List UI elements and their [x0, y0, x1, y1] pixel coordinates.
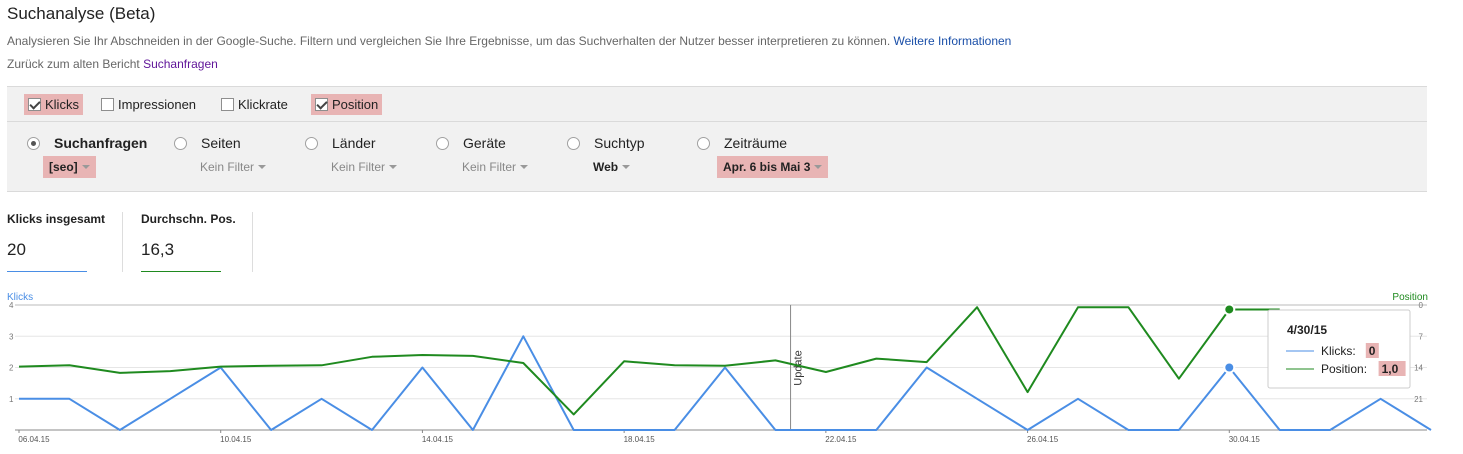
metric-ctr-toggle[interactable]: Klickrate	[217, 94, 292, 115]
filter-value: Web	[593, 160, 619, 174]
dimension-label: Suchtyp	[594, 135, 645, 151]
dimension-date-ranges: Zeiträume Apr. 6 bis Mai 3	[697, 134, 829, 178]
total-clicks-value: 20	[7, 240, 26, 259]
dimension-label: Suchanfragen	[54, 135, 148, 151]
dimension-pages-radio[interactable]: Seiten	[174, 134, 241, 152]
tooltip-row-label: Klicks:	[1321, 344, 1356, 358]
more-info-link[interactable]: Weitere Informationen	[894, 34, 1012, 48]
right-tick-label: 7	[1419, 332, 1424, 341]
annotation-label: Update	[793, 350, 805, 385]
x-tick-label: 30.04.15	[1229, 435, 1261, 444]
x-tick-label: 10.04.15	[220, 435, 252, 444]
x-tick-label: 18.04.15	[624, 435, 656, 444]
caret-down-icon	[81, 164, 90, 169]
left-tick-label: 4	[9, 301, 14, 310]
tooltip-row-value: 0	[1369, 344, 1376, 358]
radio-icon	[436, 136, 449, 150]
old-report-link[interactable]: Suchanfragen	[143, 57, 218, 71]
search-type-dropdown[interactable]: Web	[593, 156, 631, 178]
dimensions-toolbar: Suchanfragen [seo] Seiten Kein Filter Lä…	[7, 122, 1427, 192]
dimension-countries: Länder Kein Filter	[305, 134, 398, 174]
x-tick-label: 26.04.15	[1027, 435, 1059, 444]
description-text: Analysieren Sie Ihr Abschneiden in der G…	[7, 34, 891, 48]
left-tick-label: 1	[9, 395, 14, 404]
caret-down-icon	[389, 164, 398, 169]
dimension-devices-radio[interactable]: Geräte	[436, 134, 506, 152]
right-tick-label: 21	[1414, 395, 1423, 404]
dimension-devices: Geräte Kein Filter	[436, 134, 529, 174]
filter-value: Kein Filter	[331, 160, 386, 174]
metric-clicks-toggle[interactable]: Klicks	[24, 94, 83, 115]
x-tick-label: 14.04.15	[422, 435, 454, 444]
pages-filter-dropdown[interactable]: Kein Filter	[200, 156, 267, 178]
metric-label: Impressionen	[118, 97, 197, 112]
tooltip-date: 4/30/15	[1287, 323, 1327, 337]
hover-point-position	[1223, 303, 1236, 316]
right-tick-label: 0	[1419, 301, 1424, 310]
metric-label: Klicks	[45, 97, 79, 112]
dimension-countries-radio[interactable]: Länder	[305, 134, 376, 152]
total-clicks-label: Klicks insgesamt	[7, 212, 106, 226]
avg-position-card[interactable]: Durchschn. Pos. 16,3	[141, 212, 236, 272]
avg-position-label: Durchschn. Pos.	[141, 212, 236, 226]
avg-position-value: 16,3	[141, 240, 175, 259]
radio-icon	[174, 136, 187, 150]
page-description: Analysieren Sie Ihr Abschneiden in der G…	[7, 34, 1011, 48]
left-tick-label: 3	[9, 332, 14, 341]
radio-icon	[567, 136, 580, 150]
dimension-pages: Seiten Kein Filter	[174, 134, 267, 174]
metric-impressions-toggle[interactable]: Impressionen	[97, 94, 200, 115]
tooltip-row-value: 1,0	[1382, 362, 1399, 376]
page-title: Suchanalyse (Beta)	[7, 4, 156, 23]
dimension-search-type: Suchtyp Web	[567, 134, 645, 174]
dimension-label: Länder	[332, 135, 376, 151]
filter-value: Kein Filter	[200, 160, 255, 174]
radio-icon	[305, 136, 318, 150]
card-divider	[122, 212, 123, 272]
filter-value: Apr. 6 bis Mai 3	[723, 160, 811, 174]
series-line-klicks	[19, 335, 1432, 431]
queries-filter-dropdown[interactable]: [seo]	[43, 156, 96, 178]
clicks-underline	[7, 271, 87, 272]
position-underline	[141, 271, 221, 272]
filter-value: [seo]	[49, 160, 78, 174]
dimension-label: Zeiträume	[724, 135, 788, 151]
radio-icon	[697, 136, 710, 150]
x-tick-label: 06.04.15	[18, 435, 50, 444]
total-clicks-card[interactable]: Klicks insgesamt 20	[7, 212, 105, 272]
metrics-toolbar: Klicks Impressionen Klickrate Position	[7, 86, 1427, 122]
checkbox-icon	[28, 98, 41, 111]
radio-icon	[27, 136, 40, 150]
back-to-old-report: Zurück zum alten Bericht Suchanfragen	[7, 57, 218, 71]
date-range-dropdown[interactable]: Apr. 6 bis Mai 3	[717, 156, 829, 178]
dimension-queries: Suchanfragen [seo]	[27, 134, 147, 178]
dimension-search-type-radio[interactable]: Suchtyp	[567, 134, 645, 152]
checkbox-icon	[101, 98, 114, 111]
caret-down-icon	[622, 164, 631, 169]
x-tick-label: 22.04.15	[825, 435, 857, 444]
metric-position-toggle[interactable]: Position	[311, 94, 383, 115]
countries-filter-dropdown[interactable]: Kein Filter	[331, 156, 398, 178]
checkbox-icon	[221, 98, 234, 111]
metric-label: Klickrate	[238, 97, 288, 112]
metric-label: Position	[332, 97, 379, 112]
caret-down-icon	[258, 164, 267, 169]
checkbox-icon	[315, 98, 328, 111]
hover-point-clicks	[1223, 361, 1236, 374]
tooltip-row-label: Position:	[1321, 362, 1367, 376]
right-tick-label: 14	[1414, 364, 1423, 373]
filter-value: Kein Filter	[462, 160, 517, 174]
dimension-date-ranges-radio[interactable]: Zeiträume	[697, 134, 787, 152]
dimension-queries-radio[interactable]: Suchanfragen	[27, 134, 147, 152]
left-tick-label: 2	[9, 364, 14, 373]
devices-filter-dropdown[interactable]: Kein Filter	[462, 156, 529, 178]
caret-down-icon	[814, 164, 823, 169]
performance-chart[interactable]: Klicks Position4 03 72 141 2106.04.15 10.04.15…	[0, 288, 1463, 454]
dimension-label: Geräte	[463, 135, 506, 151]
card-divider	[252, 212, 253, 272]
dimension-label: Seiten	[201, 135, 241, 151]
back-prefix: Zurück zum alten Bericht	[7, 57, 140, 71]
caret-down-icon	[520, 164, 529, 169]
